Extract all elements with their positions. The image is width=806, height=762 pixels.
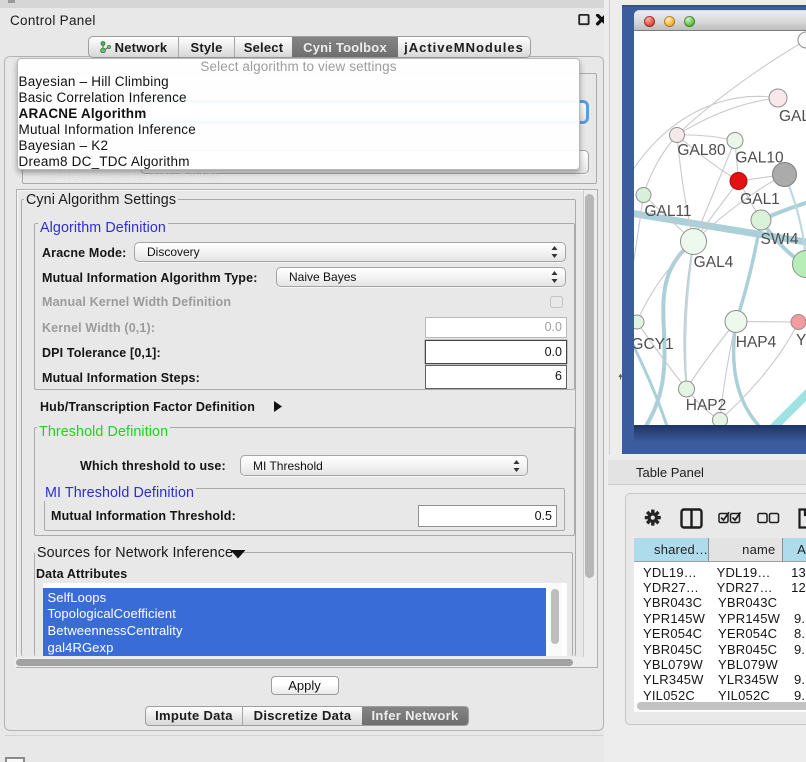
svg-text:HAP4: HAP4 bbox=[736, 334, 777, 351]
svg-text:GAL11: GAL11 bbox=[644, 203, 691, 220]
svg-text:YB: YB bbox=[796, 332, 806, 349]
svg-text:GAL4: GAL4 bbox=[694, 254, 734, 271]
svg-text:HAP2: HAP2 bbox=[686, 397, 727, 414]
svg-text:SWI4: SWI4 bbox=[761, 231, 799, 248]
svg-text:GAL1: GAL1 bbox=[740, 191, 780, 208]
svg-text:GAL80: GAL80 bbox=[677, 142, 726, 159]
svg-text:GAL10: GAL10 bbox=[735, 150, 784, 167]
svg-text:GAL2: GAL2 bbox=[779, 108, 806, 125]
svg-text:GCY1: GCY1 bbox=[634, 336, 674, 353]
